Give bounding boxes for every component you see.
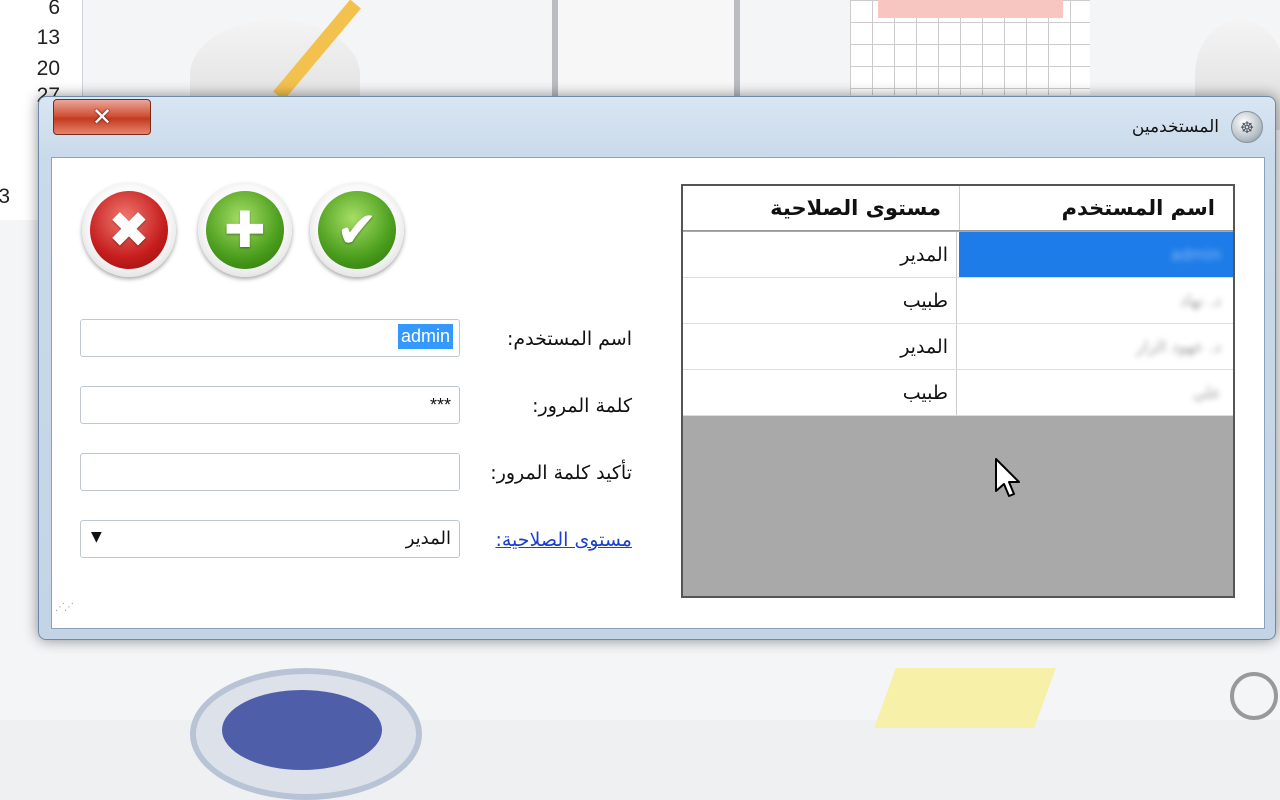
- cancel-button[interactable]: ✖: [82, 183, 176, 277]
- day-number: 6: [48, 0, 60, 19]
- level-cell: طبيب: [683, 370, 957, 415]
- column-header-username[interactable]: اسم المستخدم: [959, 186, 1233, 230]
- level-cell: المدير: [683, 232, 957, 277]
- users-dialog: ✕ المستخدمين ☸ ✖ ✚ ✔ اسم المستخدم: admin…: [38, 96, 1276, 640]
- dialog-content: ✖ ✚ ✔ اسم المستخدم: admin كلمة المرور: ت…: [51, 157, 1265, 629]
- permission-level-value: المدير: [405, 528, 451, 549]
- table-row[interactable]: طبيب علي: [683, 370, 1233, 416]
- binder-ring-icon: [1230, 672, 1278, 720]
- username-cell: admin: [959, 232, 1233, 277]
- day-number: 13: [36, 26, 60, 49]
- username-text: علي: [1192, 383, 1221, 402]
- save-button[interactable]: ✔: [310, 183, 404, 277]
- password-input[interactable]: [81, 387, 459, 423]
- notepad-icon: [874, 668, 1056, 728]
- username-cell: د. نهاد: [959, 278, 1233, 323]
- confirm-password-field[interactable]: [80, 453, 460, 491]
- username-label: اسم المستخدم:: [506, 328, 632, 350]
- column-header-level[interactable]: مستوى الصلاحية: [683, 186, 959, 230]
- level-cell: المدير: [683, 324, 957, 369]
- disc-center-icon: [222, 690, 382, 770]
- permission-level-select[interactable]: المدير ▼: [80, 520, 460, 558]
- resize-grip-icon[interactable]: ⋰⋰: [55, 602, 74, 613]
- checkmark-icon: ✔: [318, 191, 396, 269]
- username-cell: علي: [959, 370, 1233, 415]
- username-value: admin: [397, 324, 453, 349]
- username-field[interactable]: admin: [80, 319, 460, 357]
- username-cell: د. عهود الزار: [959, 324, 1233, 369]
- username-text: د. نهاد: [1179, 291, 1221, 310]
- add-user-button[interactable]: ✚: [198, 183, 292, 277]
- day-number: 3: [0, 185, 10, 208]
- confirm-password-input[interactable]: [81, 454, 459, 490]
- day-number: 20: [36, 57, 60, 80]
- table-row[interactable]: طبيب د. نهاد: [683, 278, 1233, 324]
- tooth-icon: ☸: [1239, 117, 1255, 137]
- username-text: د. عهود الزار: [1135, 337, 1221, 356]
- password-label: كلمة المرور:: [532, 395, 632, 417]
- calendar-header-icon: [878, 0, 1063, 18]
- table-row[interactable]: المدير admin: [683, 232, 1233, 278]
- username-text: admin: [1170, 245, 1221, 264]
- chevron-down-icon[interactable]: ▼: [91, 529, 102, 545]
- app-icon: ☸: [1231, 111, 1263, 143]
- window-title: المستخدمين: [1131, 117, 1219, 137]
- close-icon: ✕: [91, 103, 113, 131]
- users-grid[interactable]: اسم المستخدم مستوى الصلاحية المدير admin…: [681, 184, 1235, 598]
- confirm-password-label: تأكيد كلمة المرور:: [490, 462, 632, 484]
- cancel-icon: ✖: [90, 191, 168, 269]
- level-cell: طبيب: [683, 278, 957, 323]
- password-field[interactable]: [80, 386, 460, 424]
- table-row[interactable]: المدير د. عهود الزار: [683, 324, 1233, 370]
- grid-header: اسم المستخدم مستوى الصلاحية: [683, 186, 1233, 231]
- close-button[interactable]: ✕: [53, 99, 151, 135]
- permission-level-link[interactable]: مستوى الصلاحية:: [482, 529, 632, 551]
- mouse-cursor-icon: [995, 458, 1020, 497]
- plus-icon: ✚: [206, 191, 284, 269]
